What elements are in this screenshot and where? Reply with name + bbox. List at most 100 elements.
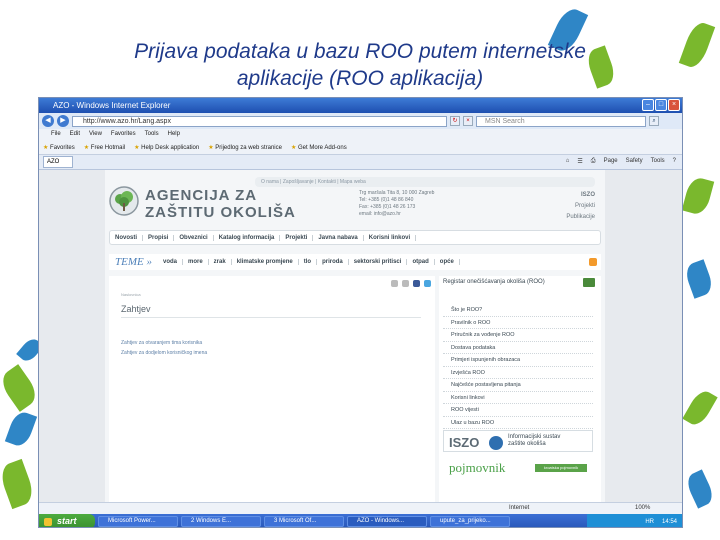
- topic-item[interactable]: priroda: [317, 259, 349, 265]
- print-icon[interactable]: [391, 280, 398, 287]
- safety-menu[interactable]: Safety: [626, 158, 643, 165]
- zoom-level[interactable]: 100%: [635, 503, 650, 514]
- sidebar-heading: Registar onečišćavanja okoliša (ROO): [443, 279, 545, 285]
- favorite-link[interactable]: Help Desk application: [134, 144, 199, 151]
- favorites-button[interactable]: Favorites: [43, 144, 75, 151]
- topic-item[interactable]: klimatske promjene: [232, 259, 299, 265]
- nav-item[interactable]: Propisi: [143, 234, 175, 241]
- request-link[interactable]: Zahtjev za otvaranjem tima korisnika: [121, 340, 202, 346]
- breadcrumb[interactable]: Naslovnica: [121, 292, 141, 297]
- menu-help[interactable]: Help: [168, 129, 180, 140]
- nav-item[interactable]: Projekti: [280, 234, 314, 241]
- contact-fax: Fax: +385 (0)1 48 26 173: [359, 204, 416, 210]
- favorite-link[interactable]: Prijedlog za web stranice: [208, 144, 282, 151]
- home-icon[interactable]: ⌂: [566, 158, 570, 165]
- topic-item[interactable]: tlo: [299, 259, 318, 265]
- header-side-links: ISZO Projekti Publikacije: [566, 190, 595, 223]
- nav-item[interactable]: Katalog informacija: [214, 234, 281, 241]
- pojmovnik-button[interactable]: kroatska pojmovnik: [535, 464, 587, 472]
- sidebar-item[interactable]: Primjeri ispunjenih obrazaca: [443, 354, 593, 367]
- email-icon[interactable]: [402, 280, 409, 287]
- sidebar-item[interactable]: ROO vijesti: [443, 404, 593, 417]
- menu-tools[interactable]: Tools: [145, 129, 159, 140]
- taskbar-item[interactable]: AZO - Windows...: [347, 516, 427, 527]
- topic-item[interactable]: voda: [158, 259, 183, 265]
- help-icon[interactable]: ?: [673, 158, 676, 165]
- leaf-decoration: [0, 364, 42, 412]
- menu-edit[interactable]: Edit: [70, 129, 80, 140]
- window-titlebar[interactable]: AZO - Windows Internet Explorer – □ ×: [39, 98, 682, 113]
- nav-item[interactable]: Korisni linkovi: [364, 234, 417, 241]
- logo-text-line1: AGENCIJA ZA: [145, 187, 258, 204]
- favorite-link[interactable]: Get More Add-ons: [291, 144, 347, 151]
- tab-bar: AZO ⌂ ☰ ⎙ Page Safety Tools ?: [39, 155, 682, 170]
- facebook-icon[interactable]: [413, 280, 420, 287]
- link-iszo[interactable]: ISZO: [566, 190, 595, 201]
- feeds-icon[interactable]: ☰: [577, 158, 582, 165]
- page-menu[interactable]: Page: [604, 158, 618, 165]
- sidebar-item[interactable]: Priručnik za vođenje ROO: [443, 329, 593, 342]
- sidebar-item[interactable]: Pravilnik o ROO: [443, 317, 593, 329]
- clock[interactable]: 14:54: [662, 519, 677, 525]
- contact-tel: Tel: +385 (0)1 48 86 840: [359, 197, 414, 203]
- topic-item[interactable]: otpad: [407, 259, 435, 265]
- start-button[interactable]: start: [39, 514, 95, 527]
- iszo-banner[interactable]: ISZO Informacijski sustav zaštite okoliš…: [443, 430, 593, 452]
- forward-icon[interactable]: ▶: [57, 115, 69, 127]
- refresh-icon[interactable]: ↻: [450, 116, 460, 126]
- sidebar-item[interactable]: Što je ROO?: [443, 304, 593, 317]
- stop-icon[interactable]: ×: [463, 116, 473, 126]
- share-icons: [391, 280, 431, 287]
- topic-item[interactable]: sektorski pritisci: [349, 259, 408, 265]
- iszo-logo-text: ISZO: [449, 435, 480, 450]
- topic-item[interactable]: more: [183, 259, 209, 265]
- leaf-decoration: [682, 387, 718, 429]
- taskbar-item[interactable]: Microsoft Power...: [98, 516, 178, 527]
- contact-address: Trg maršala Tita 8, 10 000 Zagreb: [359, 190, 435, 196]
- menu-favorites[interactable]: Favorites: [111, 129, 136, 140]
- search-icon[interactable]: ⌕: [649, 116, 659, 126]
- rss-icon[interactable]: [589, 258, 597, 266]
- slide-title: Prijava podataka u bazu ROO putem intern…: [60, 38, 660, 92]
- close-button[interactable]: ×: [668, 99, 680, 111]
- minimize-button[interactable]: –: [642, 99, 654, 111]
- site-header: O nama | Zapošljavanje | Kontakti | Mapa…: [105, 172, 605, 222]
- nav-item[interactable]: Javna nabava: [313, 234, 364, 241]
- taskbar-item[interactable]: 3 Microsoft Of...: [264, 516, 344, 527]
- nav-item[interactable]: Obveznici: [174, 234, 214, 241]
- leaf-decoration: [0, 458, 37, 510]
- print-icon[interactable]: ⎙: [591, 158, 596, 165]
- taskbar-item[interactable]: 2 Windows E...: [181, 516, 261, 527]
- request-link[interactable]: Zahtjev za dodjelom korisničkog imena: [121, 350, 207, 356]
- pojmovnik-logo[interactable]: pojmovnik: [449, 460, 505, 476]
- window-title: AZO - Windows Internet Explorer: [53, 101, 171, 110]
- twitter-icon[interactable]: [424, 280, 431, 287]
- tab-azo[interactable]: AZO: [43, 156, 73, 168]
- top-links[interactable]: O nama | Zapošljavanje | Kontakti | Mapa…: [255, 177, 595, 187]
- leaf-decoration: [4, 409, 38, 449]
- tools-menu[interactable]: Tools: [651, 158, 665, 165]
- maximize-button[interactable]: □: [655, 99, 667, 111]
- favorite-link[interactable]: Free Hotmail: [84, 144, 125, 151]
- sidebar-item[interactable]: Najčešće postavljena pitanja: [443, 379, 593, 392]
- sidebar-item[interactable]: Dostava podataka: [443, 342, 593, 354]
- nav-item[interactable]: Novosti: [110, 234, 144, 241]
- sidebar-item[interactable]: Ulaz u bazu ROO: [443, 417, 593, 429]
- topic-item[interactable]: opće: [435, 259, 460, 265]
- windows-taskbar: start Microsoft Power... 2 Windows E... …: [39, 514, 682, 527]
- sidebar-item[interactable]: Izvješća ROO: [443, 367, 593, 379]
- language-indicator[interactable]: HR: [645, 519, 654, 525]
- web-page: O nama | Zapošljavanje | Kontakti | Mapa…: [105, 170, 605, 502]
- taskbar-item[interactable]: upute_za_prijeko...: [430, 516, 510, 527]
- topic-item[interactable]: zrak: [209, 259, 232, 265]
- menu-bar: File Edit View Favorites Tools Help: [39, 129, 682, 140]
- url-field[interactable]: http://www.azo.hr/Lang.aspx: [72, 115, 447, 127]
- link-projekti[interactable]: Projekti: [566, 201, 595, 212]
- contact-email[interactable]: email: info@azo.hr: [359, 211, 434, 218]
- link-publikacije[interactable]: Publikacije: [566, 212, 595, 223]
- search-input[interactable]: MSN Search: [476, 115, 646, 127]
- sidebar-item[interactable]: Korisni linkovi: [443, 392, 593, 404]
- menu-file[interactable]: File: [51, 129, 61, 140]
- menu-view[interactable]: View: [89, 129, 102, 140]
- back-icon[interactable]: ◀: [42, 115, 54, 127]
